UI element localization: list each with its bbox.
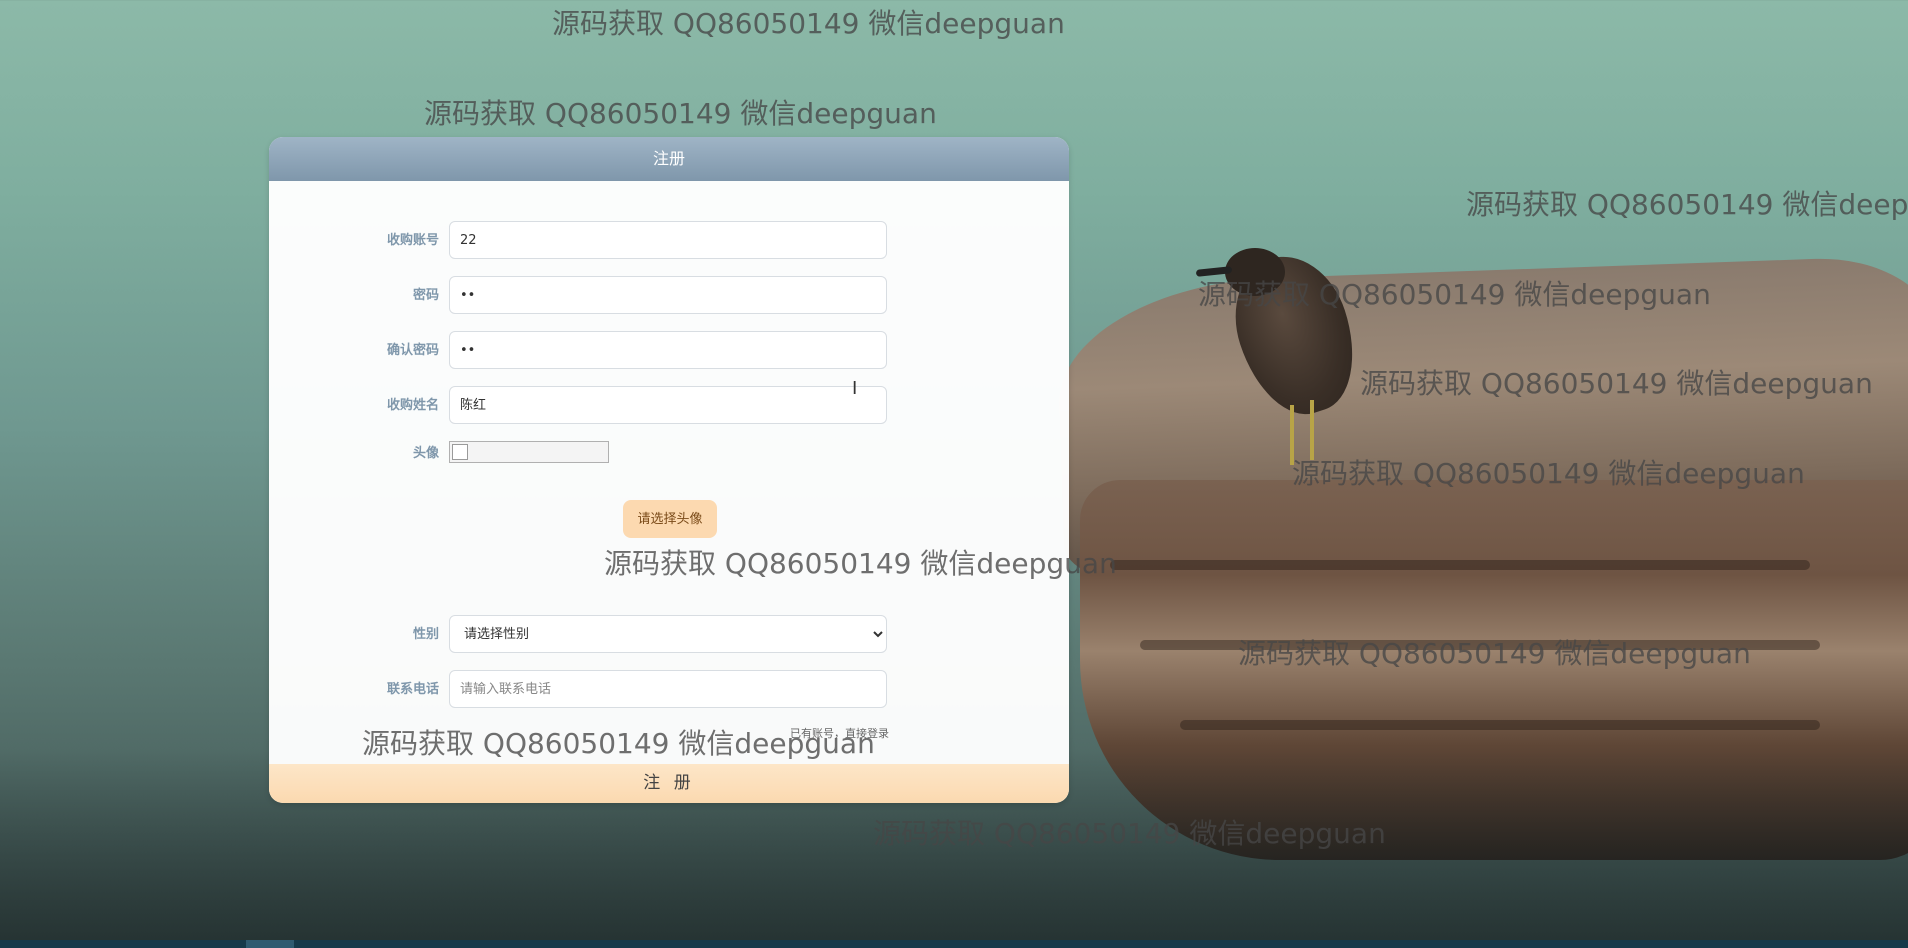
rock-stripe [1110, 560, 1810, 570]
phone-input[interactable]: 请输入联系电话 [449, 670, 887, 708]
phone-row: 联系电话 请输入联系电话 [269, 670, 1069, 710]
confirm-password-label: 确认密码 [386, 343, 439, 358]
name-label: 收购姓名 [386, 398, 439, 413]
gender-label: 性别 [412, 627, 439, 642]
bird-head [1225, 248, 1285, 296]
rock-stripe [1180, 720, 1820, 730]
gender-row: 性别 请选择性别 [269, 615, 1069, 655]
confirm-password-input[interactable]: •• [449, 331, 887, 369]
password-row: 密码 •• [269, 276, 1069, 316]
bird-leg [1290, 405, 1294, 465]
confirm-password-row: 确认密码 •• [269, 331, 1069, 371]
login-link[interactable]: 已有账号，直接登录 [790, 725, 889, 741]
avatar-row: 头像 [269, 434, 1069, 474]
text-cursor-icon: I [852, 378, 858, 399]
account-row: 收购账号 22 [269, 221, 1069, 261]
avatar-image [449, 441, 609, 463]
register-button[interactable]: 注 册 [269, 764, 1069, 803]
bird-leg [1310, 400, 1314, 460]
gender-select[interactable]: 请选择性别 [449, 615, 887, 653]
taskbar-button[interactable] [246, 940, 294, 948]
rock-stripe [1140, 640, 1820, 650]
account-label: 收购账号 [386, 233, 439, 248]
name-input[interactable]: 陈红 [449, 386, 887, 424]
account-input[interactable]: 22 [449, 221, 887, 259]
choose-avatar-button[interactable]: 请选择头像 [623, 500, 717, 538]
phone-label: 联系电话 [386, 682, 439, 697]
password-input[interactable]: •• [449, 276, 887, 314]
broken-image-icon [452, 444, 468, 460]
register-panel: 注册 收购账号 22 密码 •• 确认密码 •• 收购姓名 陈红 头像 请选择头… [269, 137, 1069, 803]
name-row: 收购姓名 陈红 [269, 386, 1069, 426]
panel-title: 注册 [269, 137, 1069, 181]
password-label: 密码 [412, 288, 439, 303]
avatar-label: 头像 [412, 446, 439, 461]
